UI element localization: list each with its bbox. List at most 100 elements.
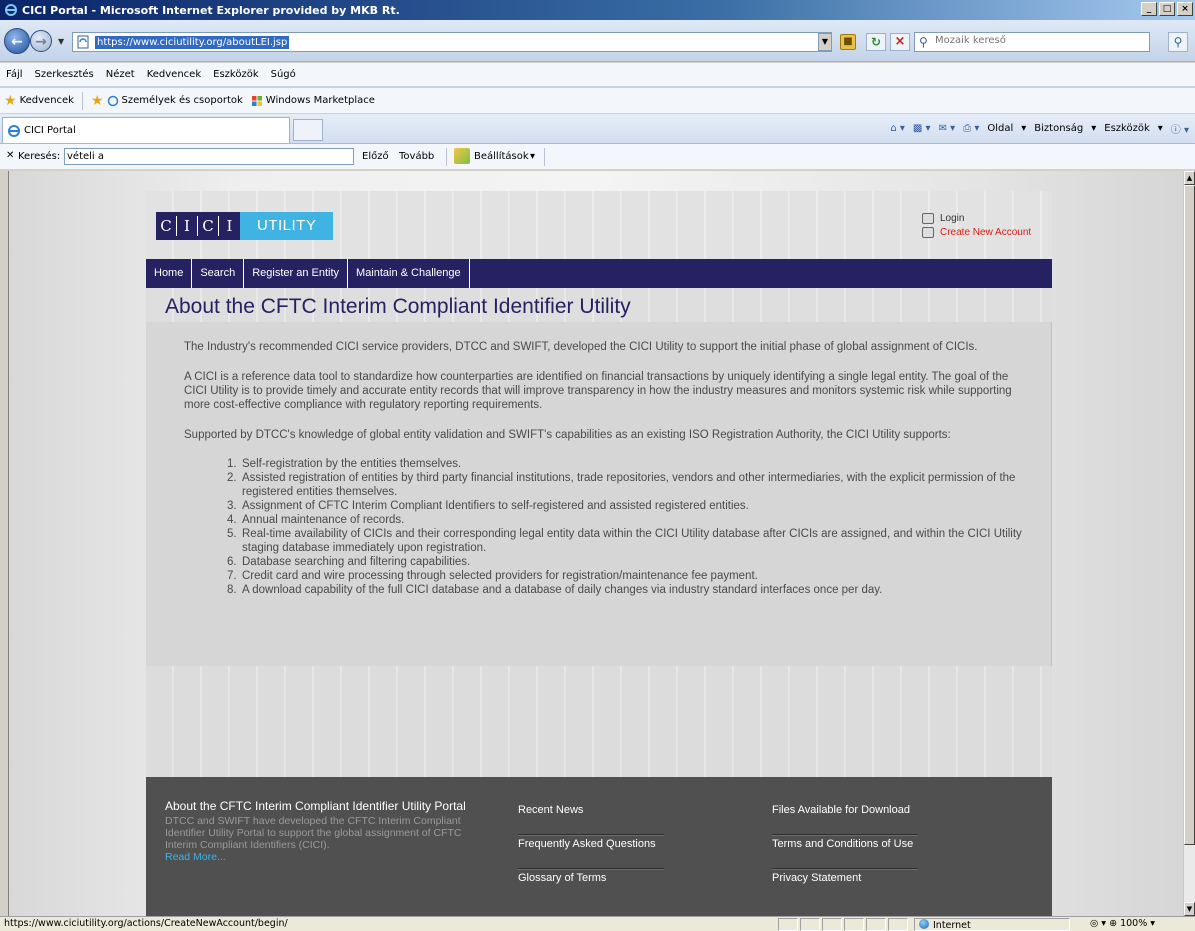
favorite-item-people[interactable]: Személyek és csoportok [107,95,243,107]
feeds-icon[interactable]: ▩ ▾ [913,123,931,134]
list-item: 1. Self-registration by the entities them… [227,458,462,470]
footer-link-downloads[interactable]: Files Available for Download [772,801,918,836]
mail-icon[interactable]: ✉ ▾ [939,123,956,134]
back-button[interactable]: ← [4,28,30,54]
find-prev-button[interactable]: Előző [362,151,389,162]
login-icon [922,212,934,224]
login-link[interactable]: Login [940,213,964,224]
security-zone[interactable]: Internet [914,918,1070,931]
footer-about: About the CFTC Interim Compliant Identif… [165,799,480,863]
refresh-icon[interactable]: ↻ [866,33,886,51]
divider [544,148,545,166]
logo-letter: C [198,216,219,236]
tab-cici-portal[interactable]: CICI Portal [2,117,290,143]
forward-button[interactable]: → [30,30,52,52]
search-input[interactable] [935,35,1135,46]
find-options-button[interactable]: Beállítások [474,151,529,162]
chevron-down-icon[interactable]: ▾ [530,151,535,162]
site-nav: Home Search Register an Entity Maintain … [146,259,1052,288]
status-bar: https://www.ciciutility.org/actions/Crea… [0,916,1195,931]
nav-home[interactable]: Home [146,259,193,288]
url-text[interactable]: https://www.ciciutility.org/aboutLEI.jsp [95,36,290,49]
account-links: Login Create New Account [922,211,1031,239]
add-favorite-icon[interactable]: ★ [91,93,104,109]
logo-letter: I [177,216,198,236]
menu-bar: Fájl Szerkesztés Nézet Kedvencek Eszközö… [0,63,1195,87]
search-icon: ⚲ [919,35,928,49]
footer-link-terms[interactable]: Terms and Conditions of Use [772,835,918,870]
minimize-button[interactable]: _ [1141,2,1157,16]
close-button[interactable]: × [1177,2,1193,16]
menu-tools[interactable]: Eszközök [213,69,259,80]
menu-view[interactable]: Nézet [106,69,135,80]
page-title: About the CFTC Interim Compliant Identif… [165,295,631,318]
logo-letter: C [156,216,177,236]
tools-menu[interactable]: Eszközök [1104,123,1150,134]
favorite-item-marketplace[interactable]: Windows Marketplace [251,95,375,107]
divider [81,91,83,110]
zoom-level[interactable]: ◎ ▾ ⊕ 100% ▾ [1090,918,1155,929]
title-area: About the CFTC Interim Compliant Identif… [146,288,1052,322]
status-segment [800,918,820,931]
history-dropdown-icon[interactable]: ▼ [58,37,64,46]
stop-icon[interactable]: × [890,33,910,51]
page-menu[interactable]: Oldal [987,123,1013,134]
scroll-down-icon[interactable]: ▼ [1184,902,1195,916]
favorites-star-icon[interactable]: ★ [4,93,17,109]
scroll-up-icon[interactable]: ▲ [1184,171,1195,185]
list-item: 8. A download capability of the full CICI… [227,584,883,596]
window-title: CICI Portal - Microsoft Internet Explore… [22,3,400,17]
status-segment [778,918,798,931]
globe-icon [919,919,929,929]
status-segment [844,918,864,931]
footer-about-title: About the CFTC Interim Compliant Identif… [165,799,466,813]
print-icon[interactable]: ⎙ ▾ [963,123,979,134]
lock-icon[interactable]: ■ [840,34,856,50]
favorites-bar: ★ Kedvencek ★ Személyek és csoportok Win… [0,88,1195,114]
list-item: 7. Credit card and wire processing throug… [227,570,758,582]
find-label: Keresés: [18,151,61,162]
find-bar: ✕ Keresés: Előző Tovább Beállítások ▾ [0,144,1195,170]
nav-search[interactable]: Search [192,259,245,288]
address-dropdown-icon[interactable]: ▼ [818,33,832,51]
status-segment [888,918,908,931]
address-field[interactable]: https://www.ciciutility.org/aboutLEI.jsp [72,32,832,52]
find-input[interactable] [64,148,354,165]
footer-link-glossary[interactable]: Glossary of Terms [518,869,664,903]
footer-about-text: DTCC and SWIFT have developed the CFTC I… [165,815,462,851]
home-icon[interactable]: ⌂ ▾ [890,123,905,134]
scroll-thumb[interactable] [1184,185,1195,845]
help-icon[interactable]: ⓘ ▾ [1171,121,1189,136]
favorites-button[interactable]: Kedvencek [20,95,74,106]
footer-link-recent-news[interactable]: Recent News [518,801,664,836]
address-toolbar: ← → ▼ https://www.ciciutility.org/aboutL… [0,20,1195,62]
main-content: The Industry's recommended CICI service … [146,322,1052,666]
ie-page-icon [107,95,118,106]
windows-flag-icon [251,95,262,106]
options-pencil-icon [454,148,470,164]
create-account-link[interactable]: Create New Account [940,227,1031,238]
nav-register-entity[interactable]: Register an Entity [244,259,349,288]
search-go-icon[interactable]: ⚲ [1168,32,1188,52]
content-spacer [146,666,1052,777]
footer-link-privacy[interactable]: Privacy Statement [772,869,918,903]
menu-edit[interactable]: Szerkesztés [35,69,94,80]
search-field[interactable]: ⚲ [914,32,1150,52]
menu-favorites[interactable]: Kedvencek [147,69,201,80]
read-more-link[interactable]: Read More... [165,851,480,863]
close-find-icon[interactable]: ✕ [6,150,14,161]
cici-logo[interactable]: C I C I UTILITY [156,212,334,240]
find-next-button[interactable]: Tovább [399,151,434,162]
new-tab-button[interactable] [293,119,323,141]
list-item: 5. Real-time availability of CICIs and th… [227,528,1022,554]
menu-file[interactable]: Fájl [6,69,23,80]
footer-link-faq[interactable]: Frequently Asked Questions [518,835,664,870]
status-segment [866,918,886,931]
vertical-scrollbar[interactable]: ▲ ▼ [1183,171,1195,916]
safety-menu[interactable]: Biztonság [1034,123,1083,134]
maximize-button[interactable]: □ [1159,2,1175,16]
nav-maintain-challenge[interactable]: Maintain & Challenge [348,259,470,288]
window-titlebar: CICI Portal - Microsoft Internet Explore… [0,0,1195,20]
site-footer: About the CFTC Interim Compliant Identif… [146,777,1052,916]
menu-help[interactable]: Súgó [271,69,296,80]
